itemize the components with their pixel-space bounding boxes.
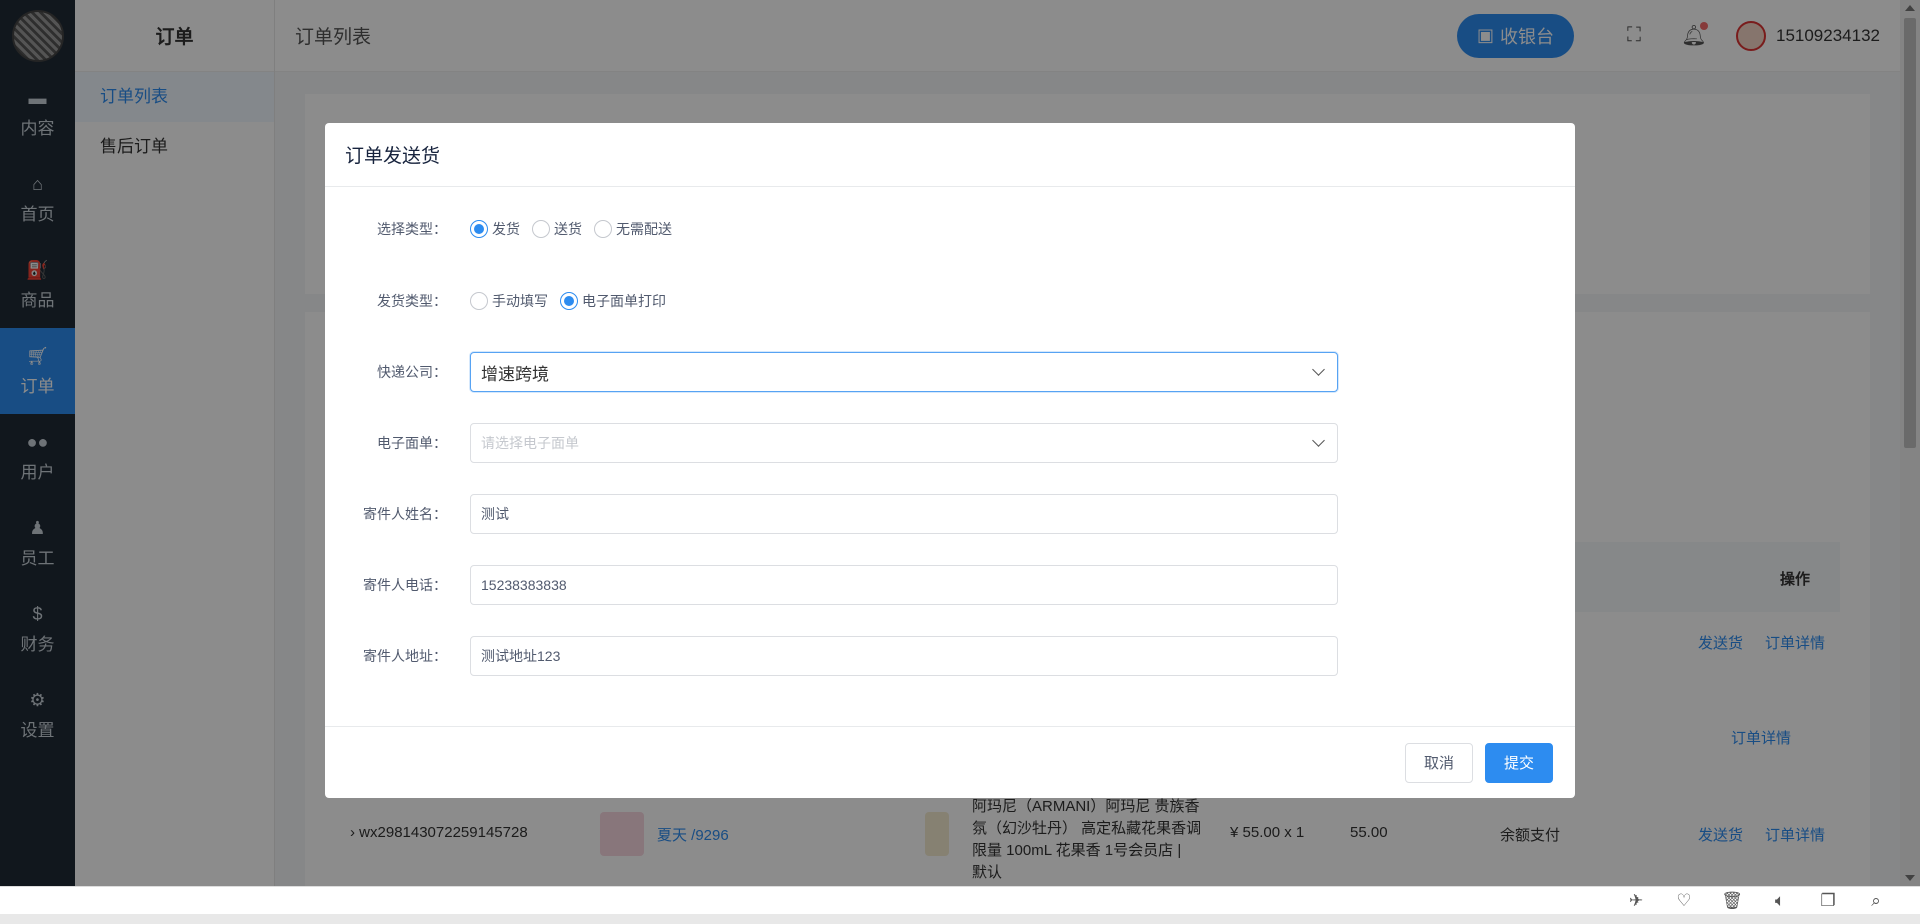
sender-name-input[interactable]: 测试 [470,494,1338,534]
radio-circle [532,220,550,238]
radio-circle [560,292,578,310]
ewaybill-row: 电子面单： 请选择电子面单 [325,423,1575,463]
radio-circle [594,220,612,238]
radio-circle [470,292,488,310]
search-icon[interactable]: ⌕ [1852,891,1900,911]
sender-phone-input[interactable]: 15238383838 [470,565,1338,605]
radio-ship[interactable]: 发货 [470,219,520,239]
radio-eprint[interactable]: 电子面单打印 [560,291,666,311]
courier-label: 快递公司： [377,364,447,380]
chevron-down-icon [1312,434,1325,447]
trash-icon[interactable]: 🗑︎ [1708,891,1756,911]
radio-deliver[interactable]: 送货 [532,219,582,239]
ship-type-label: 发货类型： [377,293,447,309]
dialog-footer: 取消 提交 [325,726,1575,798]
horizontal-scrollbar[interactable] [0,914,1920,924]
ship-order-dialog: 订单发送货 选择类型： 发货 送货 无需配送 发货类型： 手动填写 电子面单打印… [325,123,1575,798]
sender-address-row: 寄件人地址： 测试地址123 [325,636,1575,676]
window-icon[interactable]: ❐ [1804,891,1852,911]
sender-name-row: 寄件人姓名： 测试 [325,494,1575,534]
chevron-down-icon [1312,363,1325,376]
select-type-label: 选择类型： [377,221,447,237]
radio-no-delivery[interactable]: 无需配送 [594,219,672,239]
dialog-title: 订单发送货 [325,123,1575,187]
select-type-row: 选择类型： 发货 送货 无需配送 [325,219,1575,239]
bottom-toolbar: ✈ ♡ 🗑︎ 🔈︎ ❐ ⌕ [0,886,1920,924]
courier-value: 增速跨境 [481,364,549,384]
rocket-icon[interactable]: ✈ [1612,891,1660,911]
radio-manual[interactable]: 手动填写 [470,291,548,311]
ship-type-row: 发货类型： 手动填写 电子面单打印 [325,291,1575,311]
sender-phone-label: 寄件人电话： [363,577,447,593]
heart-icon[interactable]: ♡ [1660,891,1708,911]
speaker-icon[interactable]: 🔈︎ [1756,891,1804,911]
courier-select[interactable]: 增速跨境 [470,352,1338,392]
radio-circle [470,220,488,238]
sender-name-label: 寄件人姓名： [363,506,447,522]
submit-button[interactable]: 提交 [1484,742,1553,783]
ewaybill-label: 电子面单： [377,435,447,451]
ewaybill-select[interactable]: 请选择电子面单 [470,423,1338,463]
sender-phone-row: 寄件人电话： 15238383838 [325,565,1575,605]
cancel-button[interactable]: 取消 [1404,742,1473,783]
courier-row: 快递公司： 增速跨境 [325,352,1575,392]
sender-address-input[interactable]: 测试地址123 [470,636,1338,676]
ewaybill-placeholder: 请选择电子面单 [481,435,579,451]
sender-address-label: 寄件人地址： [363,648,447,664]
